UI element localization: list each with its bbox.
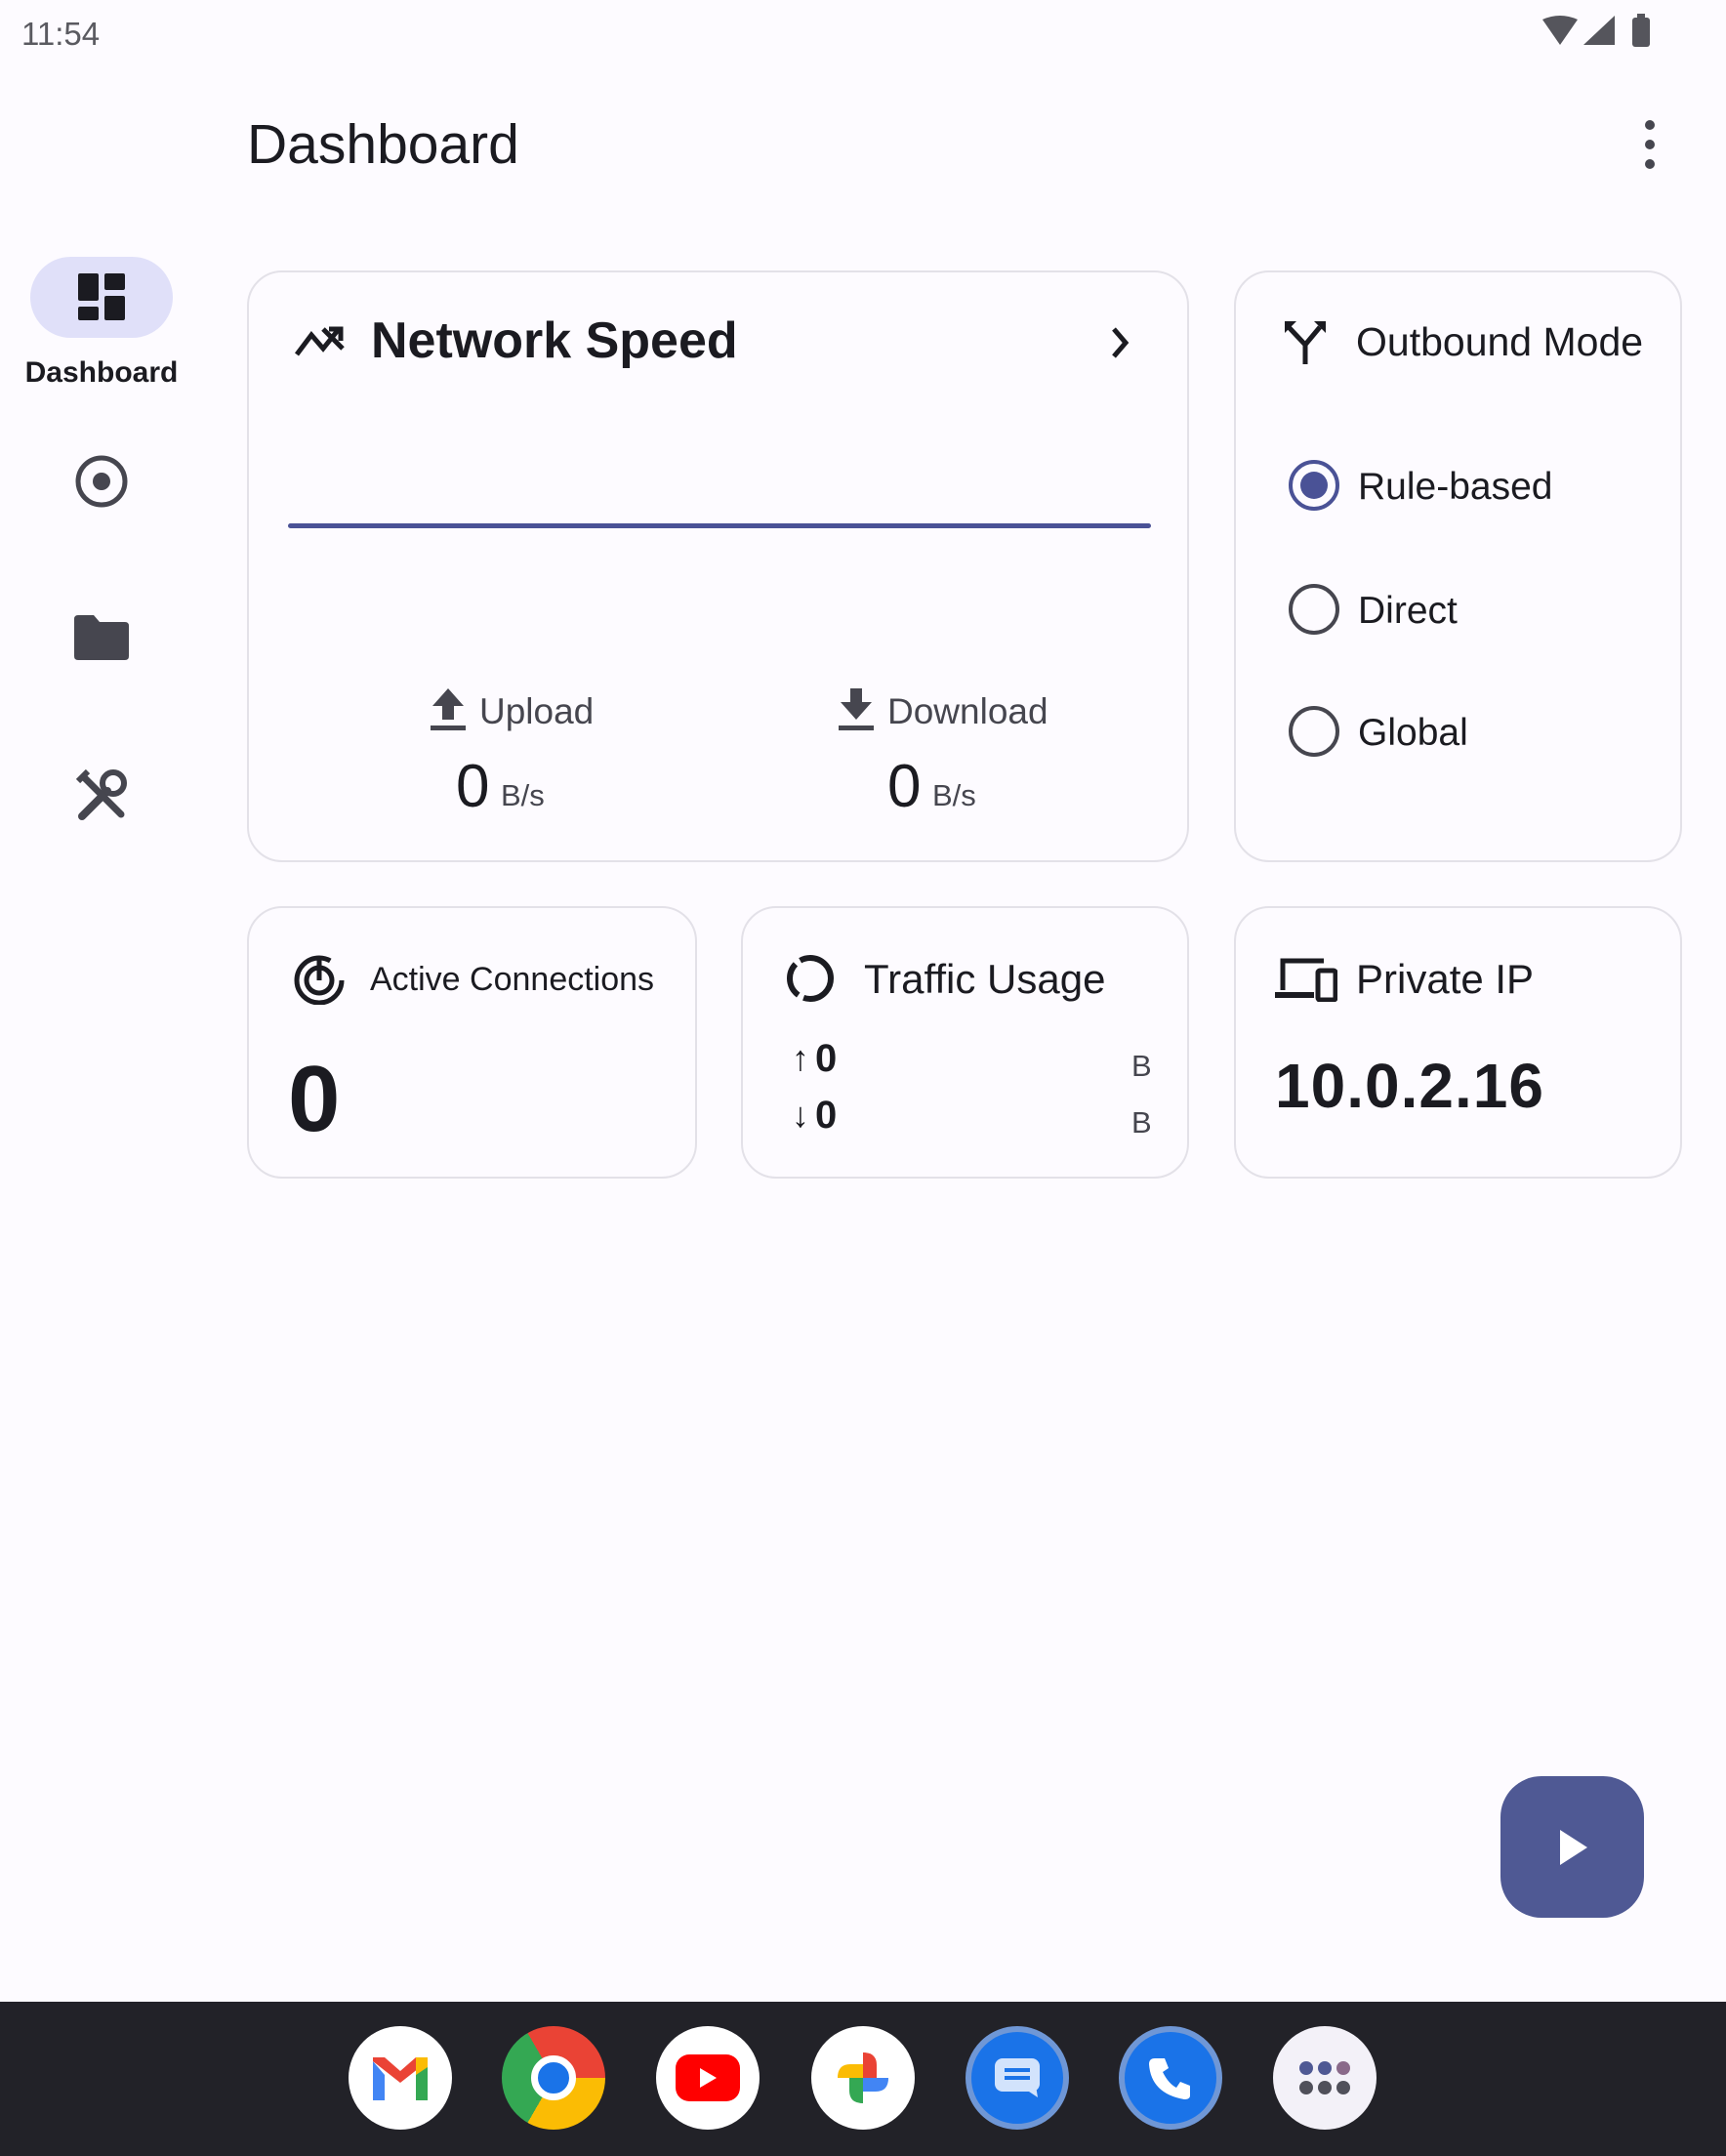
nav-item-profiles[interactable] <box>74 613 129 662</box>
donut-icon <box>787 955 834 1002</box>
chrome-icon[interactable] <box>502 2026 605 2130</box>
private-ip-value: 10.0.2.16 <box>1275 1051 1544 1121</box>
radio-label: Direct <box>1358 590 1458 632</box>
more-vert-icon[interactable] <box>1630 115 1669 174</box>
nav-item-tools[interactable] <box>76 769 129 822</box>
upload-label: Upload <box>479 691 595 731</box>
messages-icon[interactable] <box>966 2026 1069 2130</box>
radio-label: Global <box>1358 712 1468 754</box>
radio-button[interactable] <box>1289 460 1339 511</box>
battery-icon <box>1632 18 1650 47</box>
status-icons <box>1541 14 1658 49</box>
download-label: Download <box>887 691 1048 731</box>
radio-button[interactable] <box>1289 584 1339 635</box>
devices-icon <box>1275 958 1337 1002</box>
radio-direct[interactable]: Direct <box>1289 584 1640 639</box>
fork-icon <box>1285 321 1326 364</box>
download-unit: B/s <box>932 778 976 812</box>
download-total-unit: B <box>1131 1105 1152 1140</box>
radio-global[interactable]: Global <box>1289 706 1640 761</box>
tools-icon <box>76 769 127 820</box>
outbound-mode-title: Outbound Mode <box>1356 319 1644 364</box>
radio-label: Rule-based <box>1358 466 1553 508</box>
phone-icon[interactable] <box>1119 2026 1222 2130</box>
private-ip-title: Private IP <box>1356 956 1535 1002</box>
active-connections-title: Active Connections <box>370 961 655 998</box>
folder-icon <box>74 615 129 660</box>
active-connections-card[interactable]: Active Connections 0 <box>247 906 697 1179</box>
upload-total-unit: B <box>1131 1049 1152 1083</box>
upload-total: 0 <box>815 1037 838 1080</box>
active-connections-value: 0 <box>288 1047 341 1151</box>
radio-button[interactable] <box>1289 706 1339 757</box>
start-button[interactable] <box>1500 1776 1644 1918</box>
upload-value: 0 <box>456 753 490 820</box>
outbound-mode-card: Outbound Mode Rule-based Direct Global <box>1234 270 1682 862</box>
radio-rule-based[interactable]: Rule-based <box>1289 460 1640 515</box>
trending-icon <box>295 326 345 356</box>
private-ip-card: Private IP 10.0.2.16 <box>1234 906 1682 1179</box>
network-speed-card[interactable]: Network Speed Upload 0 B/s Download 0 B/… <box>247 270 1189 862</box>
download-total: 0 <box>815 1094 838 1137</box>
photos-icon[interactable] <box>811 2026 915 2130</box>
youtube-icon[interactable] <box>656 2026 760 2130</box>
nav-item-proxies[interactable] <box>72 452 131 511</box>
traffic-usage-title: Traffic Usage <box>864 956 1106 1002</box>
download-icon <box>839 688 874 730</box>
app-drawer-icon[interactable] <box>1273 2026 1377 2130</box>
status-time: 11:54 <box>21 16 101 52</box>
dashboard-icon <box>78 273 125 320</box>
signal-icon <box>1583 16 1615 45</box>
gmail-icon[interactable] <box>349 2026 452 2130</box>
nav-label-dashboard: Dashboard <box>24 356 179 389</box>
network-speed-title: Network Speed <box>371 312 738 369</box>
upload-unit: B/s <box>501 778 545 812</box>
chevron-right-icon[interactable] <box>1108 325 1131 360</box>
page-title: Dashboard <box>247 113 519 176</box>
play-icon <box>1559 1829 1587 1865</box>
upload-icon <box>431 688 466 730</box>
download-value: 0 <box>887 753 922 820</box>
wifi-icon <box>1542 16 1578 45</box>
up-arrow: ↑ <box>792 1038 809 1078</box>
proxy-target-icon <box>75 455 128 508</box>
down-arrow: ↓ <box>792 1095 809 1135</box>
traffic-usage-card[interactable]: Traffic Usage ↑ 0 B ↓ 0 B <box>741 906 1189 1179</box>
nav-item-dashboard[interactable]: Dashboard <box>0 257 203 394</box>
radar-icon <box>294 955 345 1005</box>
speed-chart-line <box>288 523 1151 528</box>
